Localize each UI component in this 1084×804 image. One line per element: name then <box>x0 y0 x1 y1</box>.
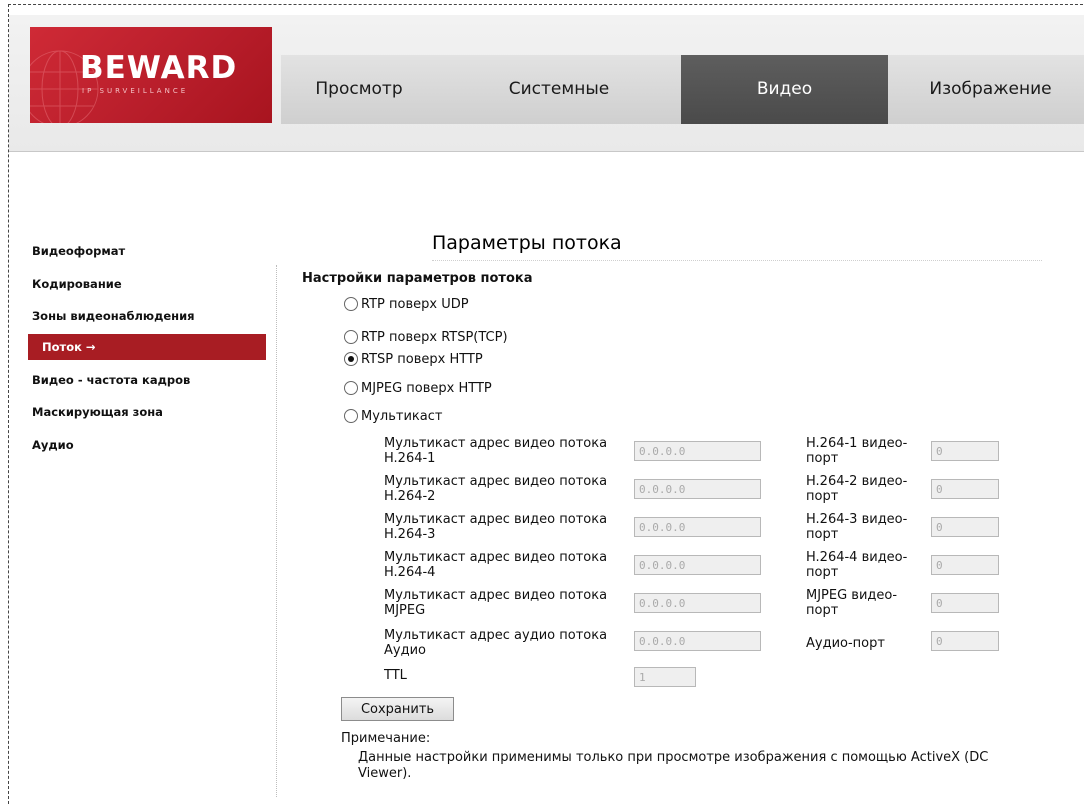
multicast-audio-label: Мультикаст адрес аудио потока Аудио <box>384 628 608 658</box>
radio-rtp-udp[interactable]: RTP поверх UDP <box>344 294 469 314</box>
radio-button[interactable] <box>344 381 358 395</box>
audio-port-input[interactable] <box>931 631 999 651</box>
radio-rtp-rtsp-tcp[interactable]: RTP поверх RTSP(TCP) <box>344 327 508 347</box>
audio-port-label: Аудио-порт <box>806 636 885 651</box>
tab-view[interactable]: Просмотр <box>281 55 437 124</box>
tab-image[interactable]: Изображение <box>888 55 1084 124</box>
radio-label: RTP поверх UDP <box>361 296 469 312</box>
h264-1-port-label: H.264-1 видео-порт <box>806 436 908 466</box>
sidebar-item-encoding[interactable]: Кодирование <box>30 271 270 297</box>
top-navigation: Просмотр Системные Видео Изображение <box>281 55 1084 124</box>
sidebar-item-surveillance-zones[interactable]: Зоны видеонаблюдения <box>30 303 270 329</box>
multicast-h264-3-label: Мультикаст адрес видео потока H.264-3 <box>384 512 608 542</box>
mjpeg-port-input[interactable] <box>931 593 999 613</box>
logo-text: BEWARD <box>80 50 238 86</box>
multicast-h264-1-address-input[interactable] <box>634 441 761 461</box>
h264-3-port-label: H.264-3 видео-порт <box>806 512 908 542</box>
tab-video[interactable]: Видео <box>681 55 888 124</box>
mjpeg-port-label: MJPEG видео-порт <box>806 588 898 618</box>
multicast-h264-3-address-input[interactable] <box>634 517 761 537</box>
h264-4-port-input[interactable] <box>931 555 999 575</box>
frame-top-border <box>8 4 1084 5</box>
h264-3-port-input[interactable] <box>931 517 999 537</box>
sidebar-item-privacy-mask[interactable]: Маскирующая зона <box>30 399 270 425</box>
logo-subtext: IP SURVEILLANCE <box>82 87 189 95</box>
page-title: Параметры потока <box>432 232 622 254</box>
sidebar-divider <box>276 265 277 797</box>
h264-2-port-label: H.264-2 видео-порт <box>806 474 908 504</box>
note-text: Данные настройки применимы только при пр… <box>358 750 989 781</box>
radio-label: RTSP поверх HTTP <box>361 351 483 367</box>
multicast-h264-4-address-input[interactable] <box>634 555 761 575</box>
note-title: Примечание: <box>341 731 431 746</box>
ttl-input[interactable] <box>634 667 696 687</box>
sidebar-item-frame-rate[interactable]: Видео - частота кадров <box>30 367 270 393</box>
title-underline <box>432 260 1042 261</box>
sidebar-item-audio[interactable]: Аудио <box>30 432 270 458</box>
section-title: Настройки параметров потока <box>302 271 533 286</box>
radio-label: Мультикаст <box>361 408 443 424</box>
radio-button[interactable] <box>344 297 358 311</box>
tab-system[interactable]: Системные <box>437 55 681 124</box>
multicast-h264-2-label: Мультикаст адрес видео потока H.264-2 <box>384 474 608 504</box>
multicast-h264-1-label: Мультикаст адрес видео потока H.264-1 <box>384 436 608 466</box>
multicast-h264-2-address-input[interactable] <box>634 479 761 499</box>
radio-rtsp-http[interactable]: RTSP поверх HTTP <box>344 349 483 369</box>
radio-button[interactable] <box>344 330 358 344</box>
sidebar-item-video-format[interactable]: Видеоформат <box>30 238 270 264</box>
logo: BEWARD IP SURVEILLANCE <box>30 27 272 123</box>
radio-button[interactable] <box>344 409 358 423</box>
radio-multicast[interactable]: Мультикаст <box>344 406 442 426</box>
radio-label: RTP поверх RTSP(TCP) <box>361 329 508 345</box>
radio-button-selected[interactable] <box>344 352 358 366</box>
radio-mjpeg-http[interactable]: MJPEG поверх HTTP <box>344 378 492 398</box>
multicast-h264-4-label: Мультикаст адрес видео потока H.264-4 <box>384 550 608 580</box>
ttl-label: TTL <box>384 668 407 683</box>
h264-1-port-input[interactable] <box>931 441 999 461</box>
radio-label: MJPEG поверх HTTP <box>361 380 492 396</box>
save-button[interactable]: Сохранить <box>341 697 454 721</box>
sidebar-item-stream[interactable]: Поток → <box>28 334 266 360</box>
h264-2-port-input[interactable] <box>931 479 999 499</box>
multicast-mjpeg-label: Мультикаст адрес видео потока MJPEG <box>384 588 608 618</box>
multicast-mjpeg-address-input[interactable] <box>634 593 761 613</box>
h264-4-port-label: H.264-4 видео-порт <box>806 550 908 580</box>
multicast-audio-address-input[interactable] <box>634 631 761 651</box>
